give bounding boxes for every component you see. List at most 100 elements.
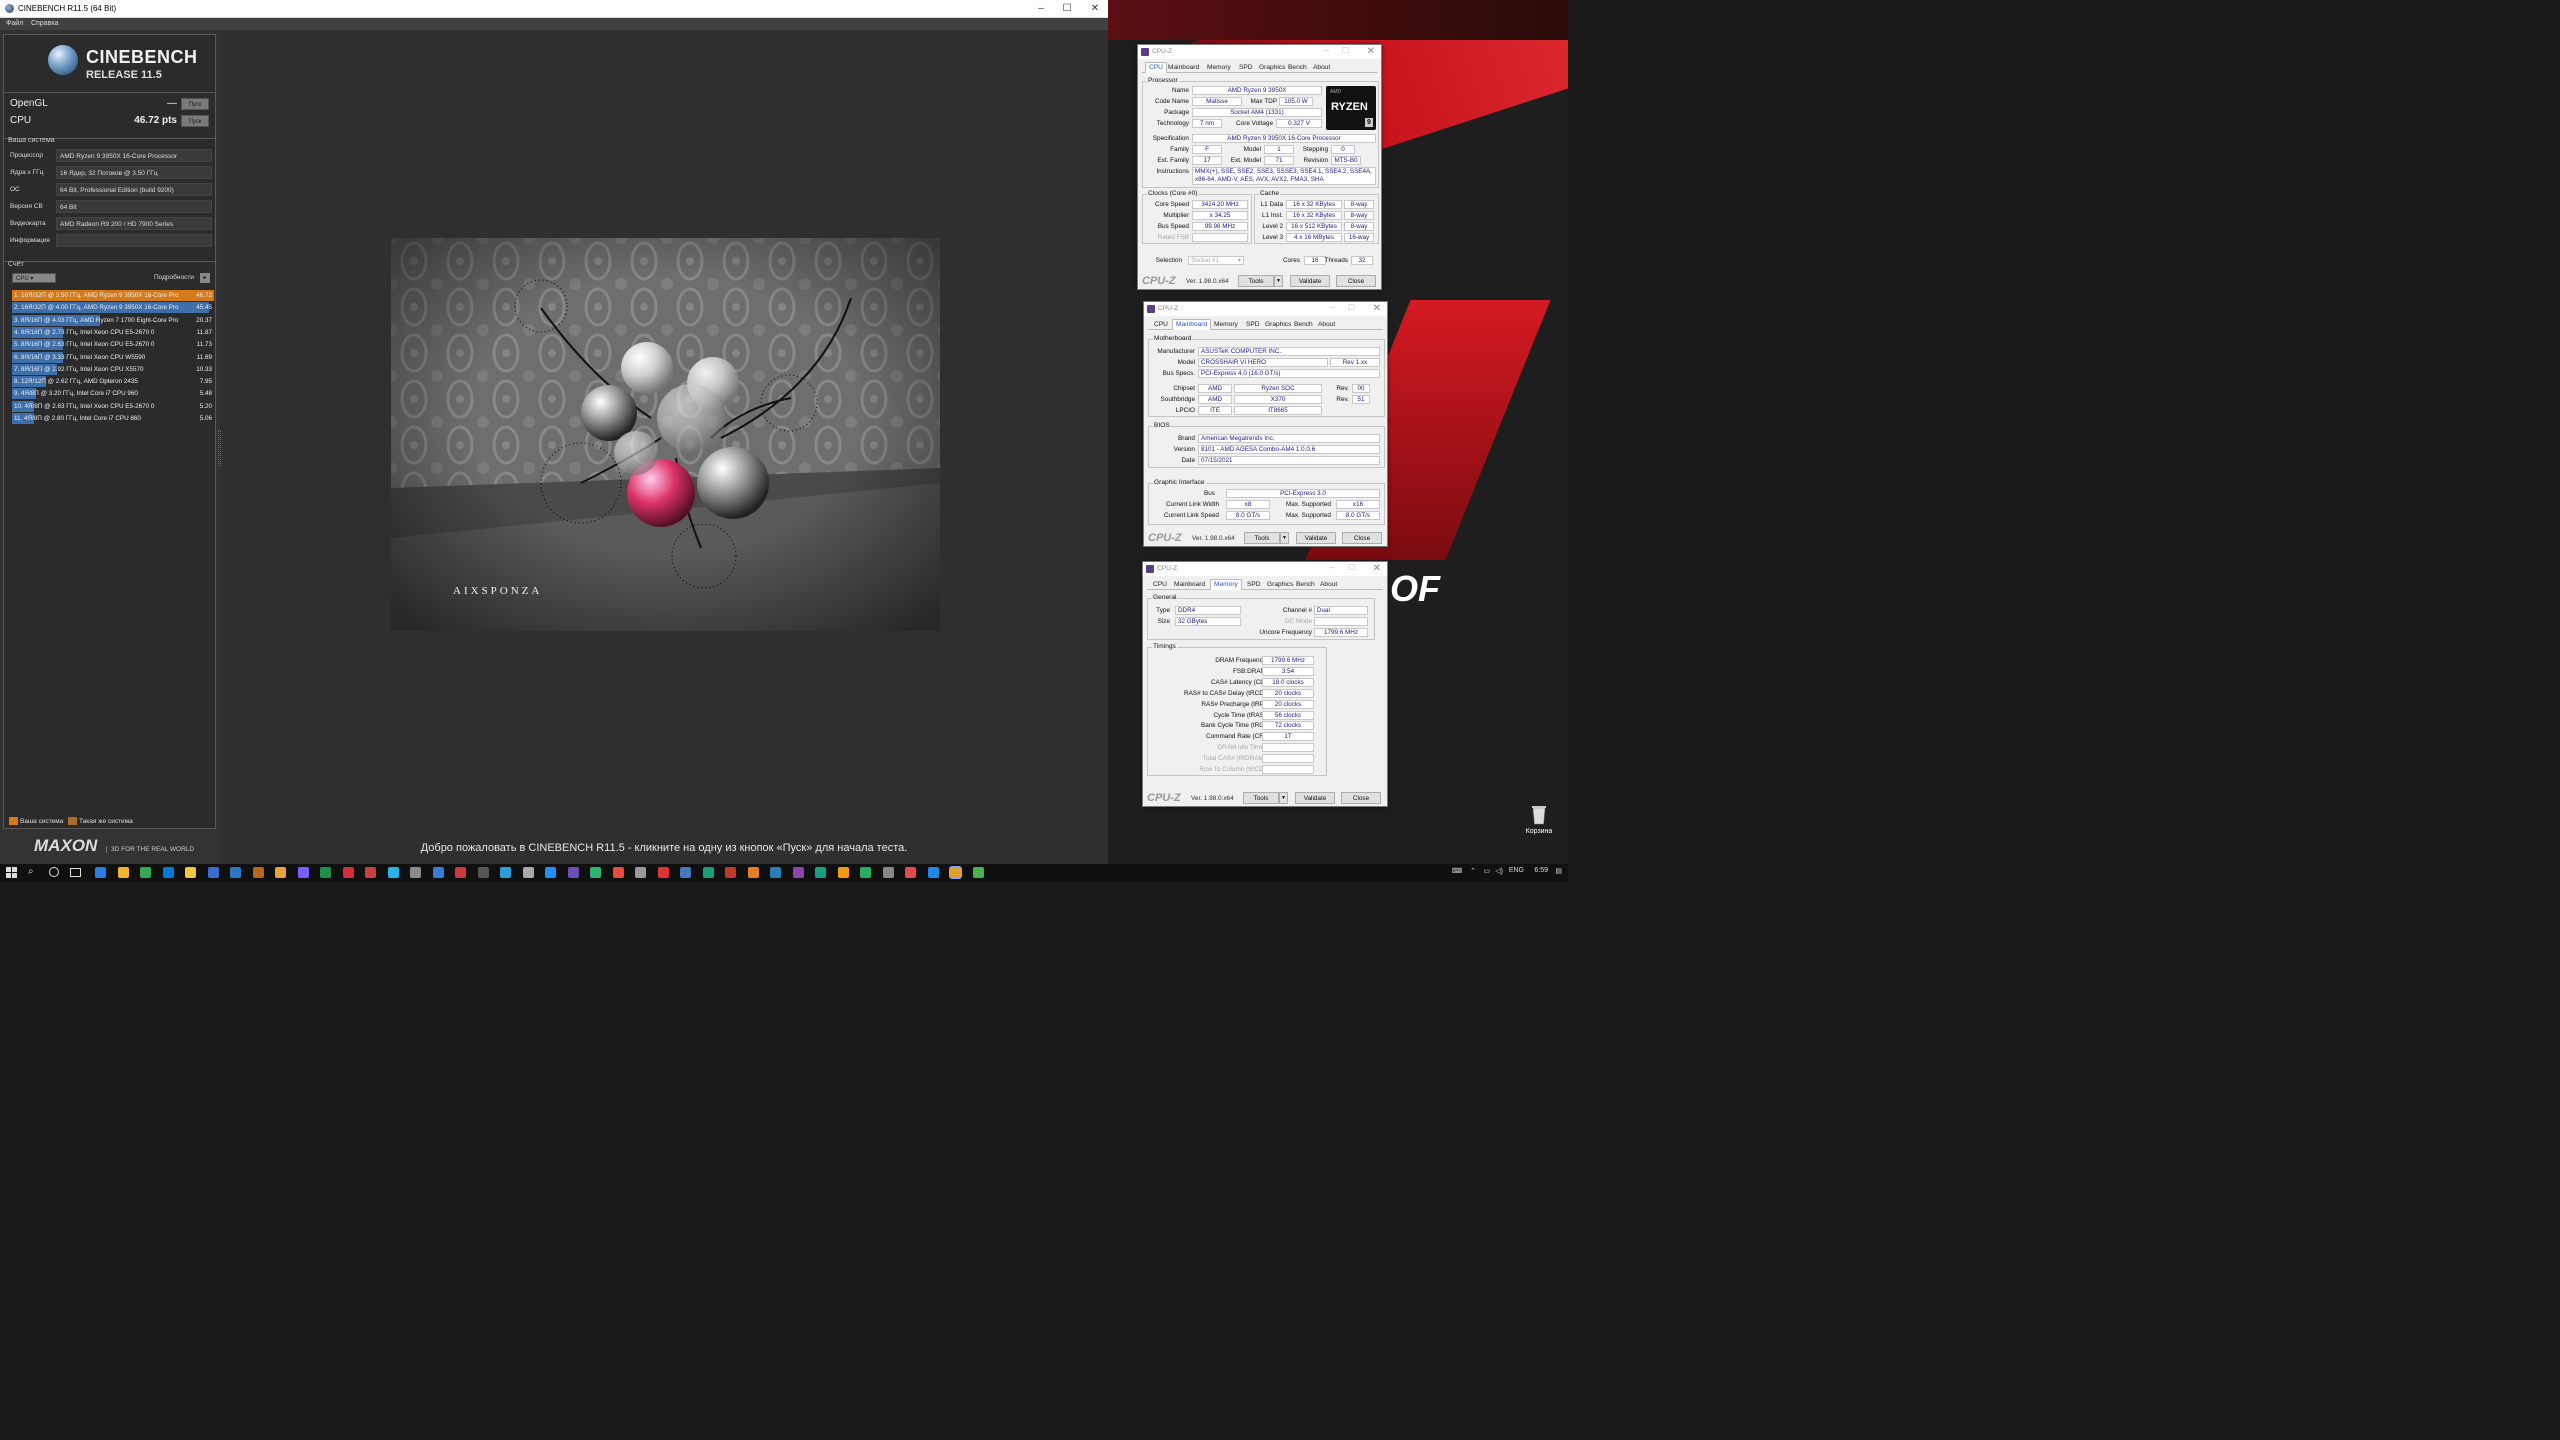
panel-splitter[interactable] [218, 430, 221, 466]
socket-select[interactable]: Socket #1 ▾ [1188, 256, 1244, 265]
show-hidden-icons-icon[interactable]: ⌃ [1470, 867, 1476, 875]
tools-button[interactable]: Tools [1238, 275, 1274, 287]
taskbar-app-icon[interactable] [860, 867, 871, 878]
maximize-button[interactable]: ☐ [1348, 303, 1355, 312]
taskbar-chrome-icon[interactable] [117, 867, 129, 878]
tab-graphics[interactable]: Graphics [1259, 64, 1285, 71]
taskbar-spotify-icon[interactable] [590, 867, 601, 878]
tab-bench[interactable]: Bench [1294, 321, 1313, 328]
tab-mainboard[interactable]: Mainboard [1172, 319, 1212, 330]
taskbar-terminal-icon[interactable] [275, 867, 286, 878]
ranking-row[interactable]: 6. 8Я/16П @ 3.33 ГГц, Intel Xeon CPU W55… [12, 351, 214, 363]
start-windows-icon[interactable] [6, 867, 17, 878]
taskbar-app-icon[interactable] [657, 867, 669, 878]
tab-graphics[interactable]: Graphics [1265, 321, 1291, 328]
taskbar-app-icon[interactable] [882, 867, 894, 878]
taskbar-edge-icon[interactable] [95, 867, 106, 878]
close-button[interactable]: ✕ [1367, 46, 1375, 57]
tab-spd[interactable]: SPD [1239, 64, 1253, 71]
taskbar-app-icon[interactable] [927, 867, 939, 878]
ranking-row[interactable]: 8. 12Я/12П @ 2.62 ГГц, AMD Opteron 2435 7… [12, 376, 214, 388]
minimize-button[interactable]: – [1028, 2, 1054, 16]
close-button[interactable]: Close [1336, 275, 1376, 287]
tab-spd[interactable]: SPD [1246, 321, 1260, 328]
recycle-bin-label[interactable]: Корзина [1518, 828, 1560, 835]
tab-cpu[interactable]: CPU [1153, 581, 1167, 588]
cortana-icon[interactable] [49, 867, 59, 877]
volume-icon[interactable]: ◁) [1495, 867, 1503, 875]
tools-dropdown-arrow[interactable]: ▼ [1279, 792, 1288, 804]
minimize-button[interactable]: – [1330, 302, 1335, 312]
taskbar-skype-icon[interactable] [387, 867, 399, 878]
cpuz-title-bar[interactable]: CPU-Z – ☐ ✕ [1144, 302, 1387, 316]
menu-help[interactable]: Справка [31, 20, 58, 27]
opengl-run-button[interactable]: Пуск [181, 98, 209, 110]
taskbar-excel-icon[interactable] [252, 867, 264, 878]
tab-memory[interactable]: Memory [1214, 321, 1238, 328]
taskbar-visual-studio-icon[interactable] [297, 867, 309, 878]
taskbar-app-icon[interactable] [747, 867, 759, 878]
network-icon[interactable]: ▭ [1483, 867, 1490, 875]
validate-button[interactable]: Validate [1290, 275, 1330, 287]
cpuz-title-bar[interactable]: CPU-Z – ☐ ✕ [1138, 45, 1381, 59]
score-type-select[interactable]: CPU ▾ [12, 273, 56, 283]
menu-file[interactable]: Файл [6, 20, 23, 27]
ranking-row[interactable]: 5. 8Я/16П @ 2.63 ГГц, Intel Xeon CPU E5-… [12, 339, 214, 351]
taskbar-firefox-icon[interactable] [455, 867, 466, 878]
taskbar-steam-icon[interactable] [365, 867, 376, 878]
language-indicator[interactable]: ENG [1509, 867, 1524, 874]
taskbar-app-icon[interactable] [949, 866, 962, 879]
taskbar-app-icon[interactable] [815, 867, 826, 878]
taskbar-discord-icon[interactable] [500, 867, 511, 878]
tools-dropdown-arrow[interactable]: ▼ [1280, 532, 1289, 544]
close-button[interactable]: ✕ [1373, 563, 1381, 574]
taskbar-word-icon[interactable] [230, 867, 241, 878]
close-button[interactable]: Close [1342, 532, 1382, 544]
tab-about[interactable]: About [1320, 581, 1337, 588]
tab-about[interactable]: About [1313, 64, 1330, 71]
taskbar-vscode-icon[interactable] [432, 867, 444, 878]
validate-button[interactable]: Validate [1295, 792, 1335, 804]
tab-memory[interactable]: Memory [1210, 579, 1242, 590]
cpuz-title-bar[interactable]: CPU-Z – ☐ ✕ [1143, 562, 1387, 576]
taskbar-app-icon[interactable] [725, 867, 736, 878]
search-icon[interactable]: ⌕ [28, 866, 34, 877]
ranking-row[interactable]: 3. 8Я/16П @ 4.03 ГГц, AMD Ryzen 7 1700 E… [12, 314, 214, 326]
taskbar-app-icon[interactable] [792, 867, 804, 878]
taskbar-telegram-icon[interactable] [545, 867, 556, 878]
keyboard-icon[interactable]: ⌨ [1452, 867, 1462, 875]
close-button[interactable]: Close [1341, 792, 1381, 804]
cpu-run-button[interactable]: Пуск [181, 115, 209, 127]
ranking-row[interactable]: 11. 4Я/8П @ 2.80 ГГц, Intel Core i7 CPU … [12, 413, 214, 424]
tab-bench[interactable]: Bench [1288, 64, 1307, 71]
maximize-button[interactable]: ☐ [1342, 46, 1349, 55]
taskbar-app-icon[interactable] [770, 867, 781, 878]
taskbar-app-icon[interactable] [702, 867, 714, 878]
taskbar-aida-icon[interactable] [320, 867, 331, 878]
tab-cpu[interactable]: CPU [1154, 321, 1168, 328]
taskbar-app-icon[interactable] [635, 867, 646, 878]
ranking-row[interactable]: 9. 4Я/8П @ 3.20 ГГц, Intel Core i7 CPU 9… [12, 388, 214, 400]
maximize-button[interactable]: ☐ [1054, 2, 1080, 16]
tab-graphics[interactable]: Graphics [1267, 581, 1293, 588]
ranking-row[interactable]: 2. 16Я/32П @ 4.00 ГГц, AMD Ryzen 9 3950X… [12, 302, 214, 314]
tab-cpu[interactable]: CPU [1145, 62, 1167, 73]
ranking-row[interactable]: 10. 4Я/8П @ 2.63 ГГц, Intel Xeon CPU E5-… [12, 400, 214, 412]
tools-button[interactable]: Tools [1243, 792, 1279, 804]
ranking-row[interactable]: 1. 16Я/32П @ 3.50 ГГц, AMD Ryzen 9 3950X… [12, 290, 214, 301]
taskbar-calc-icon[interactable] [410, 867, 421, 878]
task-view-icon[interactable] [70, 868, 81, 877]
tab-bench[interactable]: Bench [1296, 581, 1315, 588]
taskbar-mail-icon[interactable] [185, 867, 196, 878]
taskbar-app-icon[interactable] [972, 867, 984, 878]
details-toggle-button[interactable]: ▸ [200, 273, 210, 283]
notifications-icon[interactable]: ▤ [1555, 867, 1562, 875]
validate-button[interactable]: Validate [1296, 532, 1336, 544]
title-bar[interactable]: CINEBENCH R11.5 (64 Bit) – ☐ ✕ [0, 0, 1108, 18]
taskbar-opera-icon[interactable] [342, 867, 354, 878]
tab-mainboard[interactable]: Mainboard [1174, 581, 1205, 588]
taskbar-media-icon[interactable] [612, 867, 624, 878]
taskbar-store-icon[interactable] [162, 867, 174, 878]
taskbar-app-icon[interactable] [905, 867, 916, 878]
taskbar-app-icon[interactable] [680, 867, 691, 878]
